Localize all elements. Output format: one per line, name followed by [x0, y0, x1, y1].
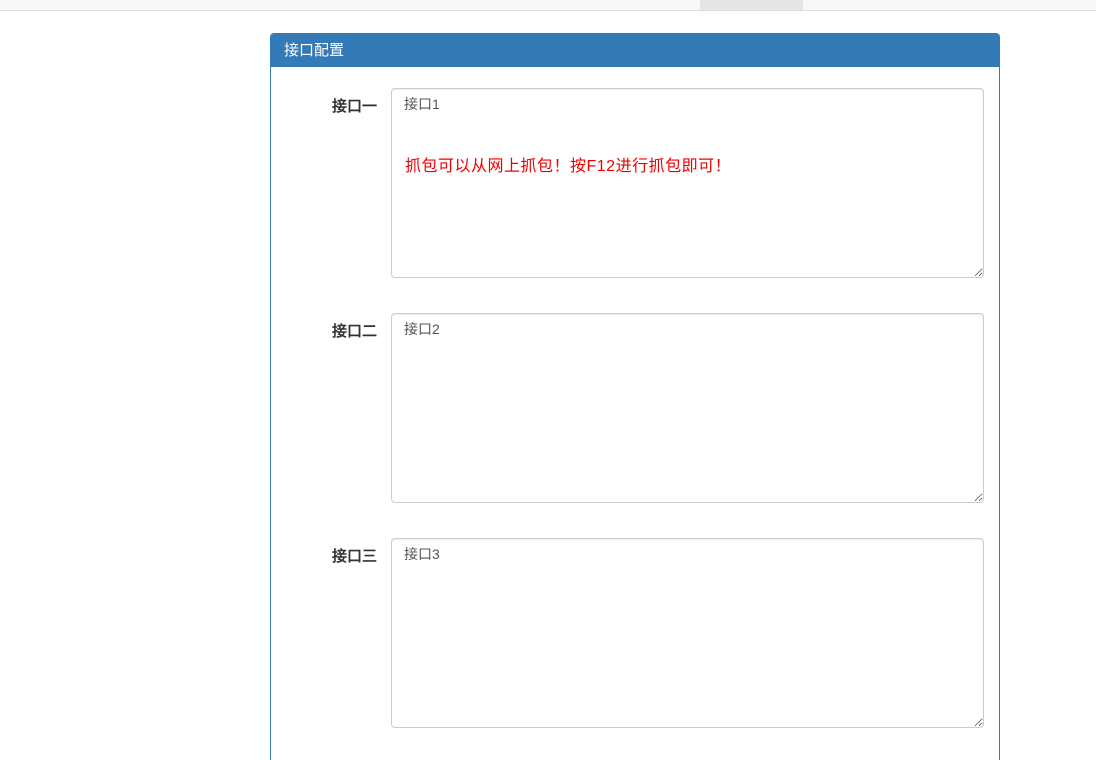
navbar-active-tab[interactable]	[700, 0, 803, 10]
panel-body: 接口一 接口1 抓包可以从网上抓包！按F12进行抓包即可！ 接口二 接口2 接口…	[271, 67, 999, 743]
interface-1-label: 接口一	[286, 88, 391, 116]
interface-1-field-wrap: 接口1 抓包可以从网上抓包！按F12进行抓包即可！	[391, 88, 984, 278]
form-row-interface-2: 接口二 接口2	[286, 313, 984, 503]
panel-header: 接口配置	[271, 34, 999, 67]
top-navbar	[0, 0, 1096, 11]
interface-3-textarea[interactable]: 接口3	[391, 538, 984, 728]
interface-2-field-wrap: 接口2	[391, 313, 984, 503]
panel-title: 接口配置	[284, 42, 344, 59]
interface-config-panel: 接口配置 接口一 接口1 抓包可以从网上抓包！按F12进行抓包即可！ 接口二 接…	[270, 33, 1000, 760]
form-row-interface-1: 接口一 接口1 抓包可以从网上抓包！按F12进行抓包即可！	[286, 88, 984, 278]
form-row-interface-3: 接口三 接口3	[286, 538, 984, 728]
interface-2-label: 接口二	[286, 313, 391, 341]
interface-1-textarea[interactable]: 接口1	[391, 88, 984, 278]
interface-3-field-wrap: 接口3	[391, 538, 984, 728]
interface-2-textarea[interactable]: 接口2	[391, 313, 984, 503]
interface-3-label: 接口三	[286, 538, 391, 566]
